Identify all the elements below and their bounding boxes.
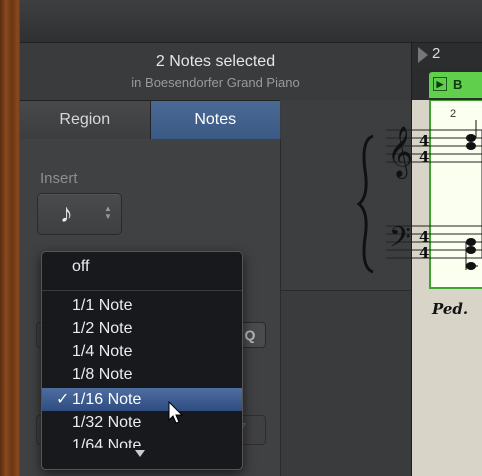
tab-notes[interactable]: Notes [150,101,280,139]
menu-item-label: 1/2 Note [72,320,133,337]
region-lane: ▶ B [411,67,482,100]
checkmark-icon: ✓ [56,391,70,408]
menu-item-label: 1/4 Note [72,343,133,360]
menu-item-label: 1/8 Note [72,366,133,383]
bass-clef-icon: 𝄢 [389,221,411,261]
insert-label: Insert [40,170,78,187]
window-titlebar [20,0,482,43]
svg-text:4: 4 [419,148,429,166]
eighth-note-icon: ♪ [60,198,73,228]
menu-item-label: 1/32 Note [72,414,142,431]
menu-item-label: 1/1 Note [72,297,133,314]
menu-item-label: 1/64 Note [72,437,142,448]
menu-item-1-16[interactable]: ✓ 1/16 Note [42,388,242,411]
tab-region[interactable]: Region [20,101,151,139]
midi-region-header[interactable]: ▶ B [429,72,482,98]
stepper-arrows-icon: ▲ ▼ [104,204,112,221]
region-play-icon[interactable]: ▶ [433,77,447,91]
selection-header: 2 Notes selected in Boesendorfer Grand P… [20,43,411,100]
menu-item-1-64[interactable]: 1/64 Note [42,434,242,448]
region-notes: 2 [430,108,482,270]
scroll-down-arrow-icon[interactable] [135,450,145,457]
inspector-tabs: Region Notes [20,100,280,140]
menu-item-1-32[interactable]: 1/32 Note [42,411,242,434]
insert-note-value-popup[interactable]: ♪ ▲ ▼ [37,193,122,235]
menu-item-1-4[interactable]: 1/4 Note [42,340,242,363]
selection-subtitle: in Boesendorfer Grand Piano [131,75,300,90]
menu-separator [42,290,242,291]
menu-item-label: off [72,258,90,275]
svg-text:4: 4 [419,244,429,262]
bar-ruler[interactable]: 2 [411,43,482,67]
menu-item-1-8[interactable]: 1/8 Note [42,363,242,386]
menu-item-1-2[interactable]: 1/2 Note [42,317,242,340]
menu-item-label: 1/16 Note [72,391,142,408]
menu-item-off[interactable]: off [42,255,242,278]
region-bar-number: 2 [450,108,456,120]
menu-item-1-1[interactable]: 1/1 Note [42,294,242,317]
treble-clef-icon: 𝄞 [387,126,413,179]
mouse-pointer-icon [168,401,184,424]
bar-number: 2 [432,45,441,62]
playhead-marker-icon[interactable] [418,47,428,63]
region-name: B [453,77,463,92]
pedal-marking: Ped. [432,300,469,318]
selection-title: 2 Notes selected [155,53,276,70]
division-popup-menu[interactable]: off 1/1 Note 1/2 Note 1/4 Note 1/8 Note … [41,251,243,470]
